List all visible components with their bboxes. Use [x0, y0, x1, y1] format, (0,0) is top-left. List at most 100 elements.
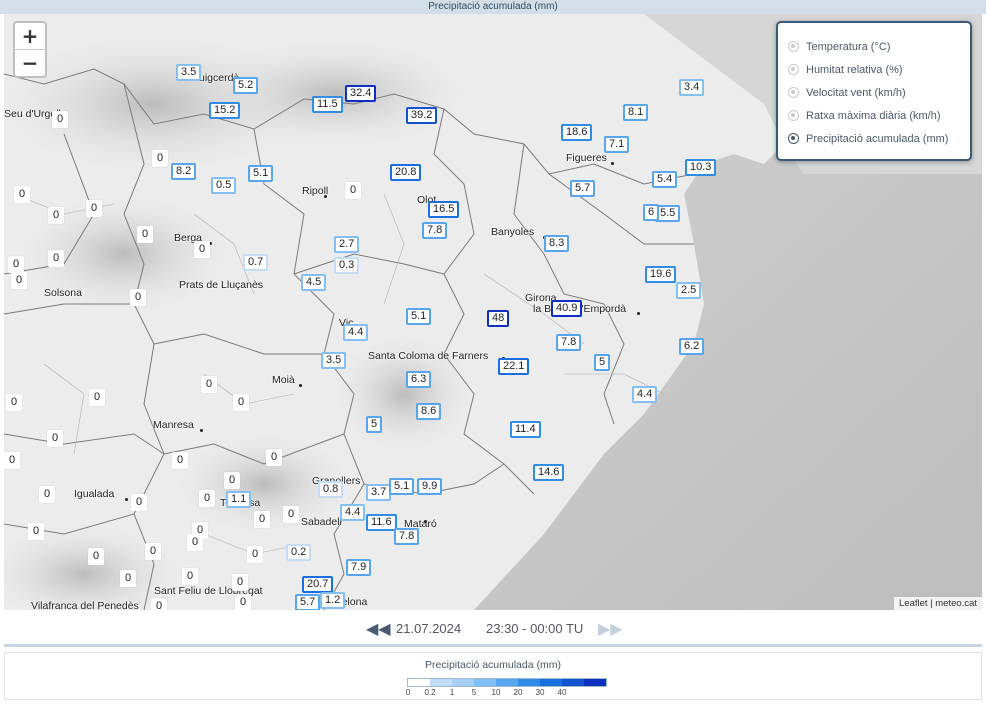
station-value[interactable]: 3.4	[679, 79, 705, 96]
station-value[interactable]: 6	[643, 204, 660, 221]
station-value[interactable]: 0	[201, 376, 218, 393]
station-value[interactable]: 5.7	[295, 594, 321, 610]
station-value[interactable]: 5.1	[406, 308, 432, 325]
station-value[interactable]: 6.2	[679, 338, 705, 355]
station-value[interactable]: 0	[254, 511, 271, 528]
station-value[interactable]: 5	[594, 354, 611, 371]
station-value[interactable]: 0	[89, 389, 106, 406]
zoom-in-button[interactable]: +	[15, 23, 45, 50]
station-value[interactable]: 0	[130, 289, 147, 306]
station-value[interactable]: 0	[48, 207, 65, 224]
next-time-icon[interactable]: ▶▶	[598, 619, 623, 639]
station-value[interactable]: 4.5	[301, 274, 327, 291]
station-value[interactable]: 3.5	[321, 352, 347, 369]
station-value[interactable]: 2.5	[676, 282, 702, 299]
station-value[interactable]: 7.8	[394, 528, 420, 545]
station-value[interactable]: 0	[14, 186, 31, 203]
station-value[interactable]: 4.4	[632, 386, 658, 403]
station-value[interactable]: 39.2	[406, 107, 438, 124]
station-value[interactable]: 3.7	[366, 484, 392, 501]
station-value[interactable]: 22.1	[498, 358, 530, 375]
station-value[interactable]: 0	[345, 182, 362, 199]
station-value[interactable]: 0	[232, 574, 249, 591]
station-value[interactable]: 1.1	[226, 491, 252, 508]
layer-option-temperature[interactable]: Temperatura (°C)	[788, 35, 970, 58]
station-value[interactable]: 15.2	[209, 102, 241, 119]
station-value[interactable]: 5	[366, 416, 383, 433]
station-value[interactable]: 0	[131, 494, 148, 511]
station-value[interactable]: 16.5	[428, 201, 460, 218]
station-value[interactable]: 0	[86, 200, 103, 217]
station-value[interactable]: 0	[152, 150, 169, 167]
station-value[interactable]: 8.1	[623, 104, 649, 121]
station-value[interactable]: 5.2	[233, 77, 259, 94]
station-value[interactable]: 18.6	[561, 124, 593, 141]
station-value[interactable]: 20.8	[390, 164, 422, 181]
station-value[interactable]: 11.5	[312, 96, 343, 113]
map-view[interactable]: + − Temperatura (°C) Humitat relativa (%…	[4, 14, 982, 610]
layer-option-precipitation[interactable]: Precipitació acumulada (mm)	[788, 127, 970, 150]
station-value[interactable]: 10.3	[685, 159, 717, 176]
station-value[interactable]: 0.5	[211, 177, 237, 194]
radio-icon[interactable]	[788, 64, 799, 75]
station-value[interactable]: 8.6	[416, 403, 442, 420]
station-value[interactable]: 6.3	[406, 371, 432, 388]
station-value[interactable]: 0	[151, 598, 168, 610]
station-value[interactable]: 40.9	[551, 300, 583, 317]
station-value[interactable]: 48	[487, 310, 510, 327]
station-value[interactable]: 1.2	[320, 592, 346, 609]
station-value[interactable]: 0	[145, 543, 162, 560]
station-value[interactable]: 0	[52, 111, 69, 128]
station-value[interactable]: 0	[47, 430, 64, 447]
station-value[interactable]: 4.4	[343, 324, 369, 341]
station-value[interactable]: 5.1	[248, 165, 274, 182]
station-value[interactable]: 8.2	[171, 163, 197, 180]
station-value[interactable]: 0	[235, 594, 252, 610]
station-value[interactable]: 0.3	[334, 257, 360, 274]
station-value[interactable]: 2.7	[334, 236, 360, 253]
station-value[interactable]: 11.4	[510, 421, 541, 438]
station-value[interactable]: 7.8	[556, 334, 582, 351]
station-value[interactable]: 0	[88, 548, 105, 565]
station-value[interactable]: 0	[266, 449, 283, 466]
station-value[interactable]: 7.1	[604, 136, 630, 153]
station-value[interactable]: 0	[11, 272, 28, 289]
station-value[interactable]: 0	[182, 568, 199, 585]
station-value[interactable]: 11.6	[366, 514, 397, 531]
station-value[interactable]: 5.7	[570, 180, 596, 197]
station-value[interactable]: 5.4	[652, 171, 678, 188]
station-value[interactable]: 9.9	[417, 478, 443, 495]
station-value[interactable]: 0	[199, 490, 216, 507]
station-value[interactable]: 14.6	[533, 464, 565, 481]
layer-option-wind-speed[interactable]: Velocitat vent (km/h)	[788, 81, 970, 104]
station-value[interactable]: 0	[283, 506, 300, 523]
station-value[interactable]: 20.7	[302, 576, 334, 593]
station-value[interactable]: 19.6	[645, 266, 677, 283]
station-value[interactable]: 0	[48, 250, 65, 267]
layer-option-wind-gust[interactable]: Ratxa màxima diària (km/h)	[788, 104, 970, 127]
station-value[interactable]: 0	[39, 486, 56, 503]
station-value[interactable]: 0	[120, 570, 137, 587]
station-value[interactable]: 7.9	[346, 559, 372, 576]
station-value[interactable]: 0.7	[243, 254, 269, 271]
station-value[interactable]: 3.5	[176, 64, 202, 81]
layer-option-humidity[interactable]: Humitat relativa (%)	[788, 58, 970, 81]
station-value[interactable]: 8.3	[544, 235, 570, 252]
station-value[interactable]: 0.2	[286, 544, 312, 561]
zoom-out-button[interactable]: −	[15, 50, 45, 76]
radio-icon[interactable]	[788, 87, 799, 98]
previous-time-icon[interactable]: ◀◀	[366, 619, 391, 639]
radio-icon[interactable]	[788, 110, 799, 121]
station-value[interactable]: 5.1	[389, 478, 415, 495]
radio-icon[interactable]	[788, 41, 799, 52]
station-value[interactable]: 0	[137, 226, 154, 243]
station-value[interactable]: 32.4	[345, 85, 377, 102]
station-value[interactable]: 0	[194, 241, 211, 258]
station-value[interactable]: 0	[8, 256, 25, 273]
station-value[interactable]: 0	[187, 534, 204, 551]
station-value[interactable]: 0	[233, 394, 250, 411]
station-value[interactable]: 0	[4, 452, 21, 469]
station-value[interactable]: 7.8	[422, 222, 448, 239]
station-value[interactable]: 4.4	[340, 504, 366, 521]
station-value[interactable]: 0	[247, 546, 264, 563]
